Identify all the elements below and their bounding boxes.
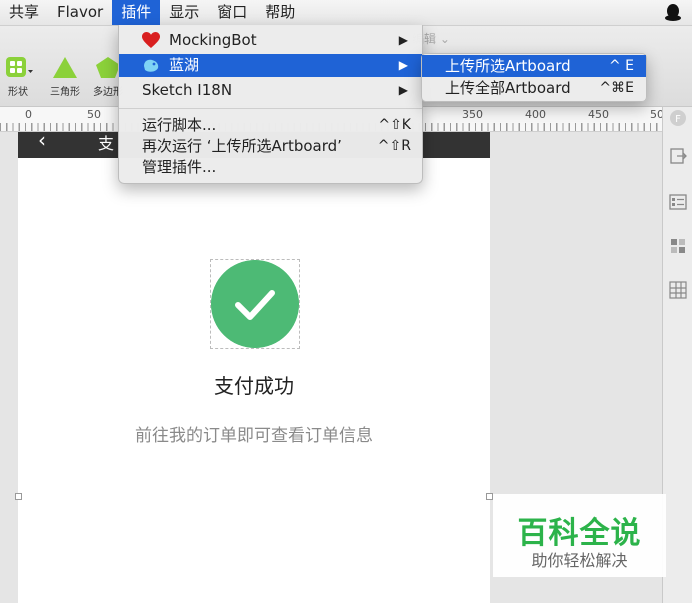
triangle-icon — [53, 57, 77, 78]
tool-triangle[interactable]: 三角形 — [45, 56, 85, 98]
ruler-tick: 50 — [650, 108, 662, 121]
export-icon[interactable] — [669, 147, 687, 165]
menu-separator — [119, 108, 422, 109]
right-inspector-panel: F — [662, 107, 692, 603]
watermark-subtitle: 助你轻松解决 — [531, 551, 628, 570]
menu-item-run-script[interactable]: 运行脚本... ^⇧K — [119, 114, 422, 137]
menu-item-label: MockingBot — [169, 31, 257, 49]
ruler-tick: 50 — [87, 108, 101, 121]
table-grid-icon[interactable] — [669, 281, 687, 299]
svg-text:F: F — [675, 114, 681, 125]
tool-label: 形状 — [8, 87, 28, 98]
resize-handle-right[interactable] — [486, 493, 493, 500]
menu-bar: 共享 Flavor 插件 显示 窗口 帮助 — [0, 0, 692, 26]
menu-plugins[interactable]: 插件 — [112, 0, 161, 25]
tool-label: 三角形 — [50, 87, 80, 98]
menu-view[interactable]: 显示 — [160, 0, 208, 25]
menu-shortcut: ^⌘E — [599, 80, 634, 96]
shape-grid-icon — [6, 57, 33, 77]
back-chevron-icon: ‹ — [38, 128, 46, 152]
submenu-arrow-icon: ▶ — [398, 83, 408, 97]
watermark: 百科全说 助你轻松解决 — [493, 494, 666, 577]
submenu-item-label: 上传全部Artboard — [445, 79, 571, 97]
menu-item-sketch-i18n[interactable]: Sketch I18N ▶ — [119, 79, 422, 102]
menu-shortcut: ^⇧K — [378, 117, 411, 133]
menu-item-lanhu[interactable]: 蓝湖 ▶ — [119, 54, 422, 77]
menu-item-label: 再次运行 ‘上传所选Artboard’ — [142, 137, 342, 155]
watermark-title: 百科全说 — [517, 516, 642, 551]
menu-help[interactable]: 帮助 — [256, 0, 304, 25]
submenu-item-upload-all[interactable]: 上传全部Artboard ^⌘E — [422, 77, 646, 99]
lanhu-logo-icon — [144, 59, 159, 72]
checkmark-circle-icon — [211, 260, 299, 348]
menu-shortcut: ^ E — [608, 58, 634, 74]
artboard[interactable]: ‹ 支 支付成功 前往我的订单即可查看订单信息 — [18, 128, 490, 603]
submenu-arrow-icon: ▶ — [398, 33, 408, 47]
menu-item-label: Sketch I18N — [142, 81, 233, 99]
heart-icon — [142, 32, 160, 48]
success-title: 支付成功 — [214, 374, 294, 398]
flavor-logo-icon[interactable]: F — [669, 109, 687, 127]
menu-item-manage-plugins[interactable]: 管理插件... — [119, 156, 422, 179]
ruler-tick: 0 — [25, 108, 32, 121]
plugins-dropdown-menu: MockingBot ▶ 蓝湖 ▶ Sketch I18N ▶ 运行脚本... … — [118, 25, 423, 184]
submenu-item-label: 上传所选Artboard — [445, 57, 571, 75]
submenu-item-upload-selected[interactable]: 上传所选Artboard ^ E — [422, 55, 646, 77]
qq-penguin-icon[interactable] — [664, 3, 682, 22]
menu-item-run-again[interactable]: 再次运行 ‘上传所选Artboard’ ^⇧R — [119, 135, 422, 158]
menu-item-label: 管理插件... — [142, 158, 217, 176]
menu-share[interactable]: 共享 — [0, 0, 48, 25]
success-icon-selection[interactable] — [210, 259, 300, 349]
list-icon[interactable] — [669, 193, 687, 211]
ruler-tick: 350 — [462, 108, 483, 121]
success-subtitle: 前往我的订单即可查看订单信息 — [135, 426, 373, 446]
ruler-tick: 400 — [525, 108, 546, 121]
menu-flavor[interactable]: Flavor — [48, 0, 112, 25]
tool-shape[interactable]: 形状 — [0, 56, 38, 98]
nav-title: 支 — [98, 134, 115, 153]
lanhu-submenu: 上传所选Artboard ^ E 上传全部Artboard ^⌘E — [421, 53, 647, 102]
menu-window[interactable]: 窗口 — [208, 0, 256, 25]
menu-item-label: 运行脚本... — [142, 116, 217, 134]
menu-item-label: 蓝湖 — [169, 56, 200, 74]
menu-item-mockingbot[interactable]: MockingBot ▶ — [119, 29, 422, 52]
components-grid-icon[interactable] — [669, 237, 687, 255]
ruler-tick: 450 — [588, 108, 609, 121]
resize-handle-left[interactable] — [15, 493, 22, 500]
menu-shortcut: ^⇧R — [377, 138, 411, 154]
submenu-arrow-icon: ▶ — [398, 58, 408, 72]
